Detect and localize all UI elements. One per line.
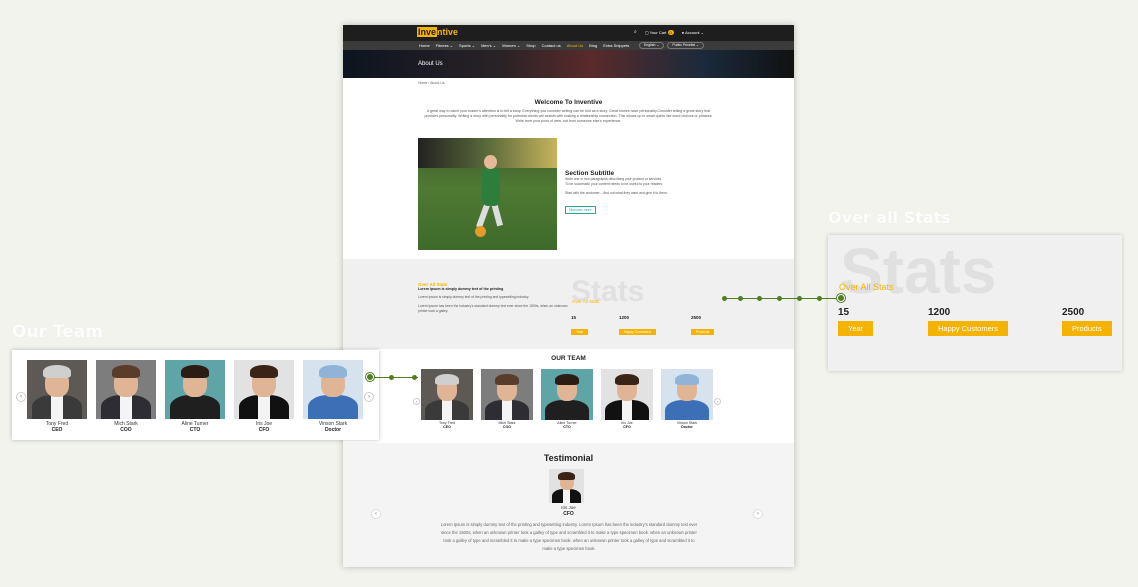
nav-item-contact[interactable]: Contact us xyxy=(542,43,561,48)
team-member: Aline Turner CTO xyxy=(165,360,225,433)
team-zoom-card: ‹ Tony Fred CEO Mich Stark COO Aline Turne… xyxy=(12,350,379,440)
testimonial-text: Lorem Ipsum is simply dummy text of the … xyxy=(440,522,698,551)
connector-dot xyxy=(817,296,822,301)
stat-products: 2500 Products xyxy=(691,315,715,338)
nav-item-extra-snippets[interactable]: Extra Snippets xyxy=(603,43,629,48)
team-member: Mich Stark COO xyxy=(481,369,533,429)
nav-item-shop[interactable]: Shop xyxy=(526,43,535,48)
team-next-button[interactable]: › xyxy=(714,398,721,405)
account-link[interactable]: ● Account ⌄ xyxy=(682,30,704,35)
logo[interactable]: Inventive xyxy=(417,27,458,37)
stat-customers: 1200 Happy Customers xyxy=(619,315,657,338)
stats-title: Over All Stats xyxy=(839,282,894,292)
main-nav: Home Fitness ⌄ Sports ⌄ Men's ⌄ Women ⌄ … xyxy=(343,41,794,50)
stats-paragraph: Lorem Ipsum is simply dummy text of the … xyxy=(418,295,530,299)
stats-watermark: Stats xyxy=(840,235,997,307)
stats-strong-text: Lorem Ipsum is simply dummy text of the … xyxy=(418,287,504,291)
welcome-section: Welcome To Inventive A great way to catc… xyxy=(343,99,794,124)
team-member: Vinson Stark Doctor xyxy=(303,360,363,433)
cart-count-badge: 0 xyxy=(667,29,674,35)
team-prev-button[interactable]: ‹ xyxy=(16,392,26,402)
pricelist-select[interactable]: Public Pricelist ⌄ xyxy=(667,42,704,49)
avatar xyxy=(96,360,156,419)
avatar xyxy=(541,369,593,420)
feature-paragraph: Start with the customer – find out what … xyxy=(565,191,668,195)
stats-section: Over All Stats Lorem Ipsum is simply dum… xyxy=(343,259,794,349)
welcome-title: Welcome To Inventive xyxy=(534,99,603,106)
stat-customers: 1200 Happy Customers xyxy=(928,307,1009,336)
avatar xyxy=(165,360,225,419)
search-icon[interactable]: ⌕ xyxy=(634,29,637,35)
avatar xyxy=(601,369,653,420)
connector-dot xyxy=(389,375,394,380)
feature-title: Section Subtitle xyxy=(565,170,615,177)
testimonial-avatar xyxy=(549,469,584,503)
welcome-body: A great way to catch your reader's atten… xyxy=(424,109,713,123)
team-member: Vinson Stark Doctor xyxy=(661,369,713,429)
top-bar: Inventive ⌕ ▢ Your Cart 0 ● Account ⌄ xyxy=(343,25,794,41)
cart-link[interactable]: ▢ Your Cart 0 xyxy=(644,29,674,35)
avatar xyxy=(421,369,473,420)
connector-dot xyxy=(777,296,782,301)
testimonial-prev-button[interactable]: ‹ xyxy=(371,509,381,519)
feature-paragraph: To be successful your content needs to b… xyxy=(565,182,664,186)
testimonial-title: Testimonial xyxy=(543,453,594,463)
team-title: OUR TEAM xyxy=(551,355,586,362)
avatar xyxy=(481,369,533,420)
stat-products: 2500 Products xyxy=(1062,307,1112,336)
breadcrumb-current: About Us xyxy=(430,81,445,85)
our-team-callout-label: Our Team xyxy=(12,322,103,342)
testimonial-role: CFO xyxy=(563,511,574,517)
stat-years: 15 Year xyxy=(571,315,588,338)
team-section: OUR TEAM ‹ Tony Fred CEO Mich Stark COO Al… xyxy=(343,349,794,443)
stats-title: Over All Stats xyxy=(572,299,600,304)
team-member: Tony Fred CEO xyxy=(27,360,87,433)
breadcrumb: Home / About Us xyxy=(418,81,445,85)
avatar xyxy=(27,360,87,419)
language-select[interactable]: English ⌄ xyxy=(638,42,665,49)
nav-item-fitness[interactable]: Fitness ⌄ xyxy=(436,43,453,48)
testimonial-name: Iris Joe xyxy=(561,505,576,510)
nav-item-about[interactable]: About Us xyxy=(567,43,583,48)
connector-dot xyxy=(797,296,802,301)
nav-item-home[interactable]: Home xyxy=(419,43,430,48)
discover-more-button[interactable]: Discover more xyxy=(565,206,596,214)
testimonial-next-button[interactable]: › xyxy=(753,509,763,519)
hero-title: About Us xyxy=(418,61,443,67)
avatar xyxy=(303,360,363,419)
stats-zoom-card: Stats Over All Stats 15 Year 1200 Happy … xyxy=(828,235,1122,371)
connector-dot xyxy=(757,296,762,301)
testimonial-section: Testimonial Iris Joe CFO ‹ › Lorem Ipsum… xyxy=(343,443,794,567)
soccer-kid-image xyxy=(418,138,557,250)
breadcrumb-home[interactable]: Home xyxy=(418,81,427,85)
team-member: Tony Fred CEO xyxy=(421,369,473,429)
nav-item-women[interactable]: Women ⌄ xyxy=(502,43,520,48)
nav-item-sports[interactable]: Sports ⌄ xyxy=(459,43,475,48)
stat-years: 15 Year xyxy=(838,307,874,336)
connector-dot xyxy=(412,375,417,380)
avatar xyxy=(234,360,294,419)
team-member: Aline Turner CTO xyxy=(541,369,593,429)
connector-dot xyxy=(738,296,743,301)
connector-anchor-dot xyxy=(366,373,374,381)
team-next-button[interactable]: › xyxy=(364,392,374,402)
feature-section: Section Subtitle Write one or two paragr… xyxy=(418,138,718,250)
nav-item-mens[interactable]: Men's ⌄ xyxy=(481,43,496,48)
header-actions: ⌕ ▢ Your Cart 0 ● Account ⌄ xyxy=(634,29,704,35)
team-prev-button[interactable]: ‹ xyxy=(413,398,420,405)
team-member: Mich Stark COO xyxy=(96,360,156,433)
cart-icon: ▢ xyxy=(644,29,649,35)
connector-anchor-dot xyxy=(837,294,845,302)
team-connector-line xyxy=(370,377,418,378)
nav-item-blog[interactable]: Blog xyxy=(589,43,597,48)
user-icon: ● xyxy=(681,29,685,35)
team-member: Iris Joe CFO xyxy=(601,369,653,429)
stats-callout-label: Over all Stats xyxy=(828,208,951,227)
stats-paragraph: Lorem Ipsum has been the industry's stan… xyxy=(418,304,568,313)
connector-dot xyxy=(722,296,727,301)
hero-banner: About Us xyxy=(343,50,794,78)
team-member: Iris Joe CFO xyxy=(234,360,294,433)
avatar xyxy=(661,369,713,420)
